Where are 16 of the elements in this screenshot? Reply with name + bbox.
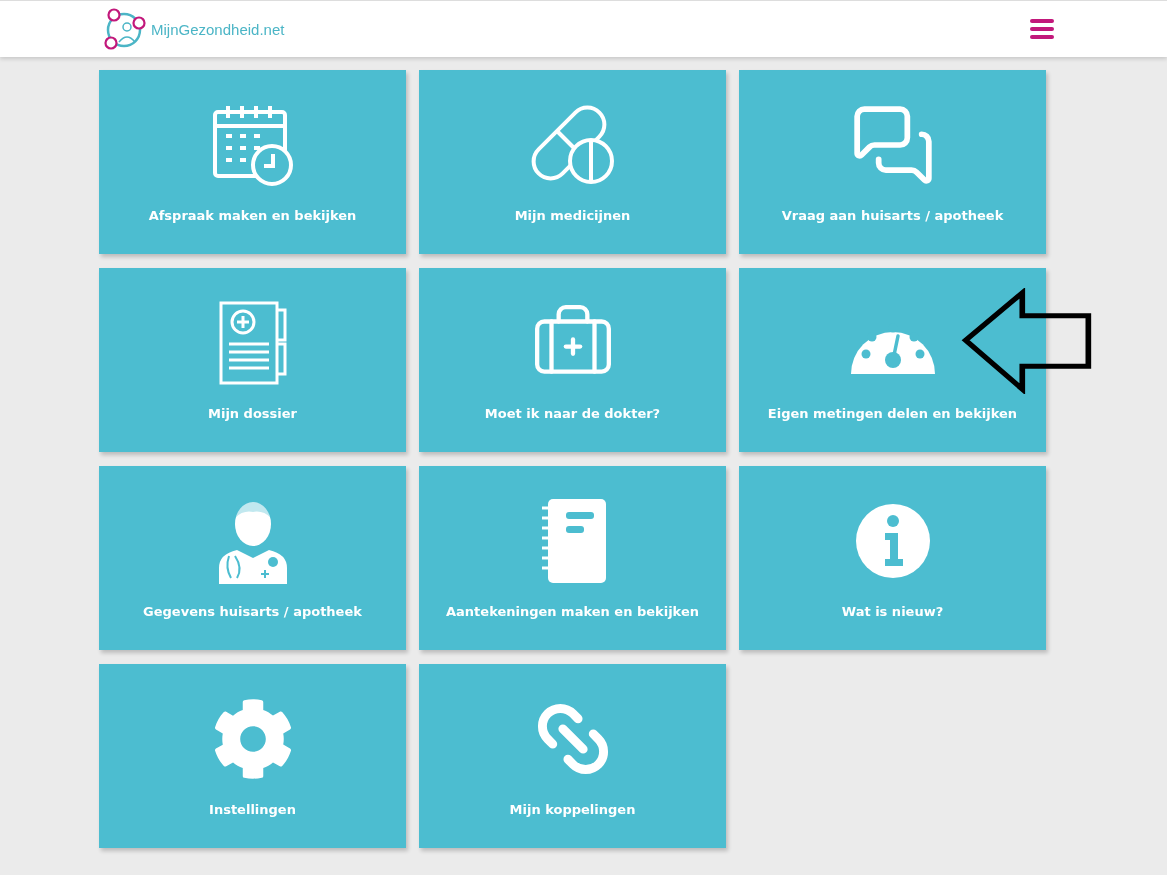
menu-tile[interactable]: Eigen metingen delen en bekijken (739, 268, 1046, 452)
menu-tile[interactable]: Mijn koppelingen (419, 664, 726, 848)
info-icon (854, 503, 931, 579)
arrow-icon (960, 288, 1094, 394)
menu-tile[interactable]: Instellingen (99, 664, 406, 848)
menu-tile[interactable]: Wat is nieuw? (739, 466, 1046, 650)
menu-tile[interactable]: Aantekeningen maken en bekijken (419, 466, 726, 650)
menu-tile[interactable]: Gegevens huisarts / apotheek (99, 466, 406, 650)
menu-tile[interactable]: Moet ik naar de dokter? (419, 268, 726, 452)
menu-tile[interactable]: Vraag aan huisarts / apotheek (739, 70, 1046, 254)
menu-tile[interactable]: Mijn dossier (99, 268, 406, 452)
site-logo[interactable]: MijnGezondheid.net (103, 8, 285, 50)
menu-tile[interactable]: Afspraak maken en bekijken (99, 70, 406, 254)
menu-button[interactable] (1030, 19, 1054, 39)
menu-tile[interactable]: Mijn medicijnen (419, 70, 726, 254)
people-network-icon (103, 8, 147, 50)
